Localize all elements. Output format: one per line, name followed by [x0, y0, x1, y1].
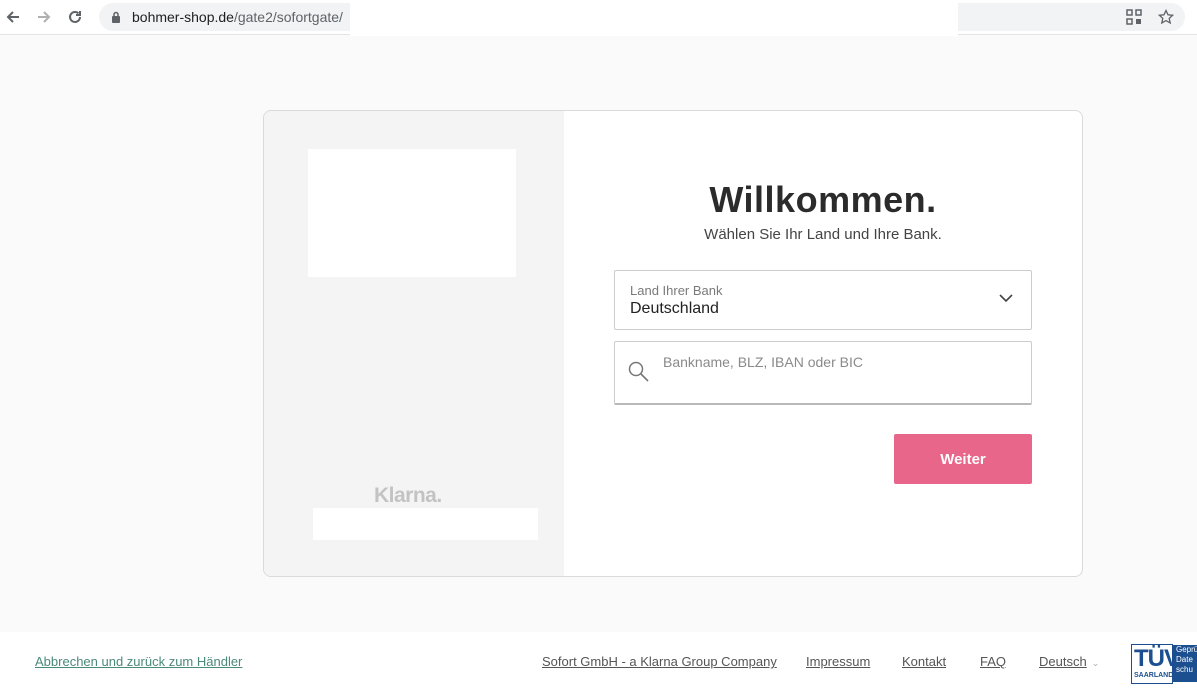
forward-button[interactable] [33, 6, 55, 28]
cancel-link[interactable]: Abbrechen und zurück zum Händler [35, 654, 242, 669]
bank-search-input[interactable] [663, 350, 1013, 374]
impressum-link[interactable]: Impressum [806, 654, 870, 669]
bank-search-field[interactable] [614, 341, 1032, 405]
faq-link[interactable]: FAQ [980, 654, 1006, 669]
merchant-logo-redacted [308, 149, 516, 277]
back-button[interactable] [2, 6, 24, 28]
address-bar[interactable]: bohmer-shop.de/gate2/sofortgate/ [99, 0, 1185, 36]
redaction-block [313, 508, 538, 540]
page-title: Willkommen. [709, 179, 937, 220]
continue-button[interactable]: Weiter [894, 434, 1032, 484]
chevron-down-icon [999, 294, 1013, 303]
bookmark-star-icon[interactable] [1158, 9, 1174, 25]
tuv-region: SAARLAND [1134, 672, 1174, 679]
qr-code-icon[interactable] [1126, 9, 1142, 25]
tuv-seal-text: Geprü Date schu [1173, 645, 1197, 682]
footer: Abbrechen und zurück zum Händler Sofort … [0, 632, 1197, 692]
reload-button[interactable] [64, 6, 86, 28]
url-domain: bohmer-shop.de [132, 9, 234, 25]
forward-arrow-icon [38, 11, 51, 23]
country-select-value: Deutschland [630, 300, 719, 317]
browser-toolbar: bohmer-shop.de/gate2/sofortgate/ [0, 0, 1197, 36]
language-selector[interactable]: Deutsch ⌄ [1039, 654, 1099, 669]
company-link[interactable]: Sofort GmbH - a Klarna Group Company [542, 654, 777, 669]
page-subtitle: Wählen Sie Ihr Land und Ihre Bank. [704, 226, 942, 243]
payment-card: Klarna. Willkommen. Wählen Sie Ihr Land … [263, 110, 1083, 577]
merchant-panel: Klarna. [264, 111, 564, 576]
kontakt-link[interactable]: Kontakt [902, 654, 946, 669]
back-arrow-icon [6, 11, 19, 23]
country-select-label: Land Ihrer Bank [630, 283, 723, 298]
tuv-logo: TÜV SAARLAND [1131, 644, 1180, 684]
klarna-logo: Klarna. [374, 484, 442, 507]
language-label: Deutsch [1039, 654, 1087, 669]
reload-icon [69, 10, 81, 23]
redaction-block [350, 0, 958, 36]
url-path: /gate2/sofortgate/ [233, 9, 343, 25]
url-text: bohmer-shop.de/gate2/sofortgate/ [132, 9, 343, 25]
chevron-down-icon: ⌄ [1091, 658, 1100, 668]
lock-icon [112, 11, 120, 23]
search-icon [628, 361, 649, 382]
country-select[interactable]: Land Ihrer Bank Deutschland [614, 270, 1032, 330]
tuv-seal[interactable]: TÜV SAARLAND Geprü Date schu [1131, 644, 1197, 684]
